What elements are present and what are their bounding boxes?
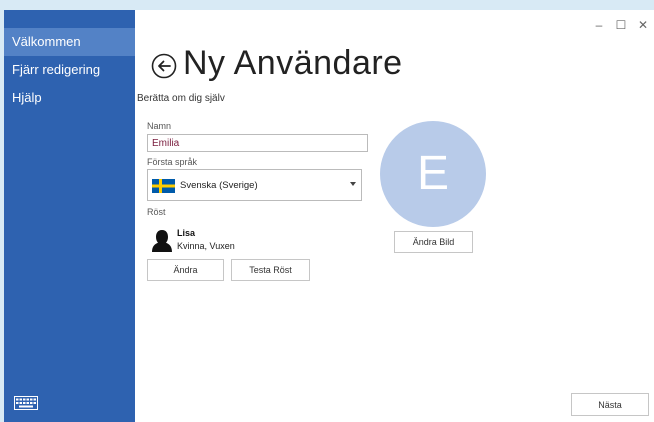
- back-arrow-icon[interactable]: [151, 53, 177, 79]
- test-voice-button[interactable]: Testa Röst: [231, 259, 310, 281]
- app-window: Välkommen Fjärr redigering Hjälp – ☐ ✕ N…: [4, 10, 654, 422]
- language-select[interactable]: Svenska (Sverige): [147, 169, 362, 201]
- name-label: Namn: [147, 121, 172, 131]
- voice-name: Lisa: [177, 228, 196, 238]
- sidebar-item-hjalp[interactable]: Hjälp: [4, 84, 135, 112]
- page-header: Ny Användare: [151, 44, 403, 83]
- name-input[interactable]: [147, 134, 368, 152]
- chevron-down-icon: [350, 182, 356, 186]
- change-voice-button[interactable]: Ändra: [147, 259, 224, 281]
- language-label: Första språk: [147, 157, 198, 167]
- avatar: E: [380, 121, 486, 227]
- next-button[interactable]: Nästa: [571, 393, 649, 416]
- minimize-button[interactable]: –: [588, 16, 610, 34]
- window-controls: – ☐ ✕: [588, 16, 654, 34]
- change-image-button[interactable]: Ändra Bild: [394, 231, 473, 253]
- keyboard-icon[interactable]: [14, 396, 38, 410]
- sidebar-item-fjarr-redigering[interactable]: Fjärr redigering: [4, 56, 135, 84]
- language-value: Svenska (Sverige): [180, 180, 258, 191]
- page-subtitle: Berätta om dig själv: [137, 93, 225, 104]
- close-button[interactable]: ✕: [632, 16, 654, 34]
- sidebar: Välkommen Fjärr redigering Hjälp: [4, 10, 135, 422]
- maximize-button[interactable]: ☐: [610, 16, 632, 34]
- voice-label: Röst: [147, 207, 166, 217]
- sidebar-item-valkommen[interactable]: Välkommen: [4, 28, 135, 56]
- flag-sweden-icon: [152, 179, 175, 193]
- person-icon: [152, 230, 172, 252]
- page-title: Ny Användare: [183, 44, 403, 82]
- voice-description: Kvinna, Vuxen: [177, 241, 235, 251]
